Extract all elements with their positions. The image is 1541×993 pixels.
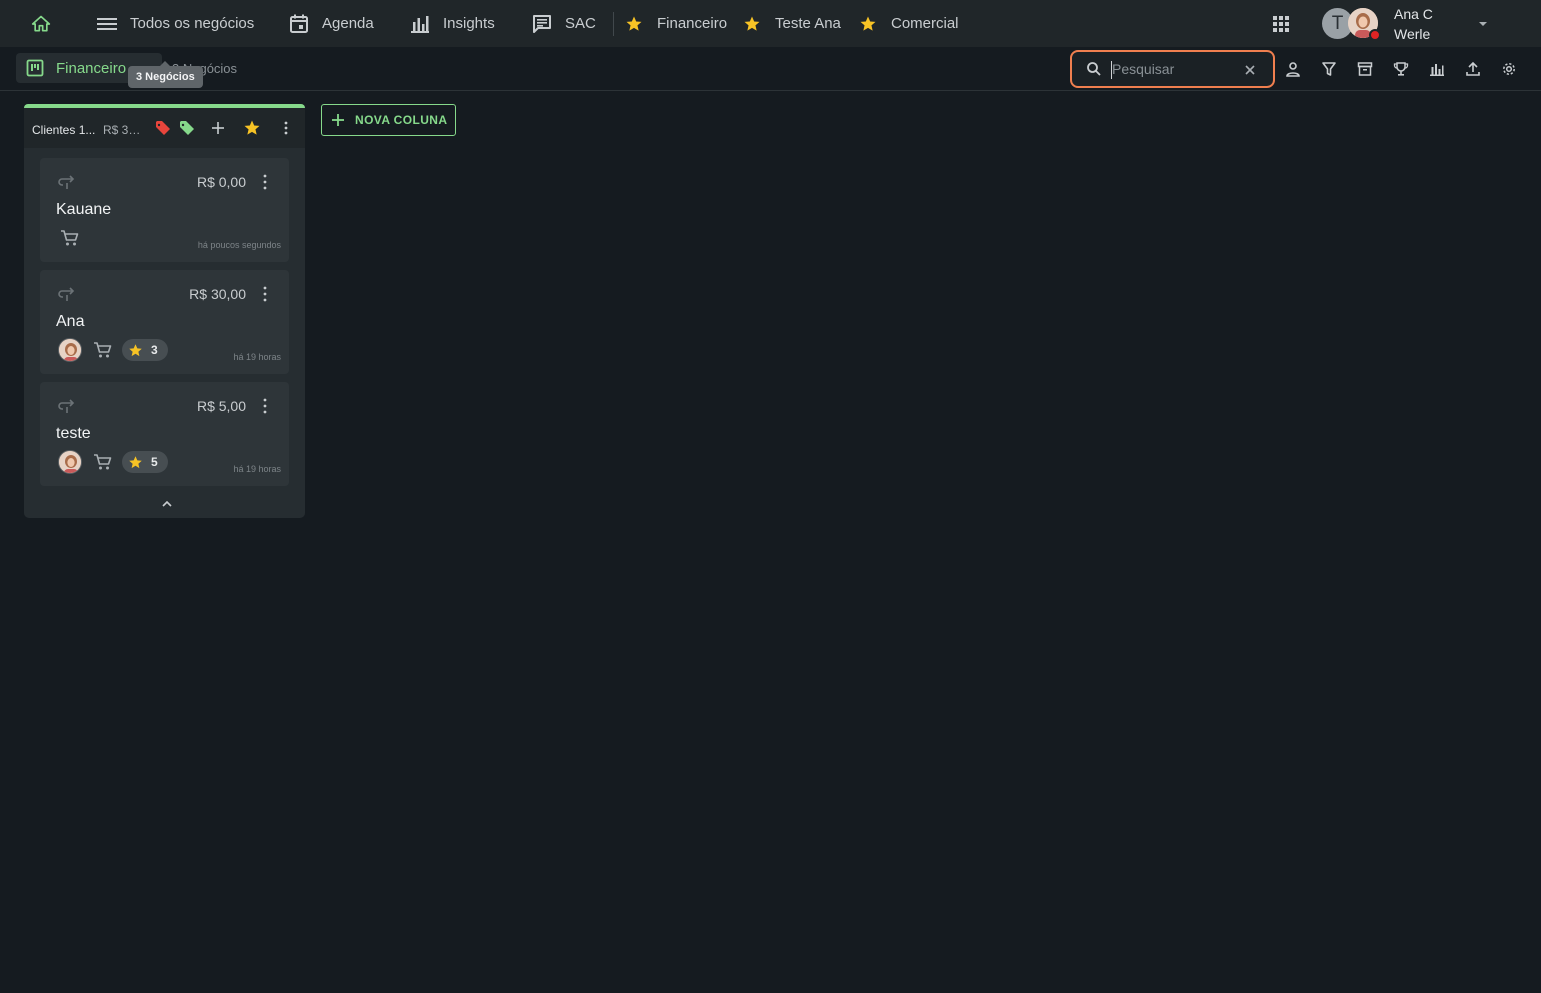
nav-favorite-comercial[interactable]: Comercial (857, 0, 959, 47)
star-icon (857, 13, 879, 35)
transfer-icon (58, 174, 76, 190)
deal-timestamp: há 19 horas (233, 464, 281, 474)
deal-name[interactable]: Ana (56, 313, 84, 331)
star-icon[interactable] (243, 119, 261, 137)
trophy-icon[interactable] (1391, 59, 1411, 79)
new-column-button[interactable]: NOVA COLUNA (321, 104, 456, 136)
column-title[interactable]: Clientes 1... (32, 123, 98, 137)
kanban-column: Clientes 1... R$ 35,... R$ 0,00 Kauane h… (24, 104, 305, 518)
red-tag-icon[interactable] (155, 120, 171, 136)
deal-timestamp: há 19 horas (233, 352, 281, 362)
shopping-cart-icon[interactable] (93, 452, 113, 472)
presence-status-dot (1369, 29, 1381, 41)
nav-label: Teste Ana (775, 15, 841, 32)
text-cursor (1111, 61, 1112, 79)
nav-todos-negocios[interactable]: Todos os negócios (96, 0, 254, 47)
deal-card[interactable]: R$ 30,00 Ana 3 há 19 horas (40, 270, 289, 374)
person-filter-icon[interactable] (1283, 59, 1303, 79)
reports-chart-icon[interactable] (1427, 59, 1447, 79)
nav-label: Comercial (891, 15, 959, 32)
deal-name[interactable]: Kauane (56, 201, 111, 219)
kanban-board-icon (26, 59, 44, 77)
top-navigation-bar: Todos os negócios Agenda Insights SAC Fi… (0, 0, 1541, 47)
deal-amount: R$ 30,00 (189, 286, 246, 302)
nav-label: Todos os negócios (130, 15, 255, 32)
nav-label: Agenda (322, 15, 374, 32)
add-icon (331, 113, 345, 127)
shopping-cart-icon[interactable] (93, 340, 113, 360)
deal-name[interactable]: teste (56, 425, 91, 443)
star-icon (741, 13, 763, 35)
board-toolbar: Financeiro 3 Negócios (0, 47, 1541, 91)
green-tag-icon[interactable] (179, 120, 195, 136)
column-header[interactable]: Clientes 1... R$ 35,... (24, 108, 305, 148)
new-column-label: NOVA COLUNA (355, 113, 448, 127)
bar-chart-icon (409, 13, 431, 35)
gear-icon[interactable] (1499, 59, 1519, 79)
upload-icon[interactable] (1463, 59, 1483, 79)
home-icon[interactable] (29, 12, 53, 36)
nav-favorite-financeiro[interactable]: Financeiro (623, 0, 727, 47)
filter-icon[interactable] (1319, 59, 1339, 79)
rating-badge: 5 (122, 451, 168, 473)
rating-value: 5 (151, 455, 158, 469)
more-vertical-icon[interactable] (278, 120, 294, 136)
more-vertical-icon[interactable] (257, 173, 273, 191)
user-name[interactable]: Ana C Werle (1394, 4, 1464, 44)
chevron-down-icon[interactable] (1476, 18, 1490, 30)
star-icon (128, 343, 143, 358)
archive-icon[interactable] (1355, 59, 1375, 79)
rating-value: 3 (151, 343, 158, 357)
star-icon (623, 13, 645, 35)
owner-avatar[interactable] (58, 338, 82, 362)
search-icon (1086, 61, 1102, 77)
deal-amount: R$ 0,00 (196, 174, 246, 190)
nav-insights[interactable]: Insights (409, 0, 495, 47)
search-input[interactable] (1112, 61, 1232, 77)
shopping-cart-icon[interactable] (60, 228, 80, 248)
nav-label: Insights (443, 15, 495, 32)
rating-badge: 3 (122, 339, 168, 361)
transfer-icon (58, 398, 76, 414)
close-icon[interactable] (1243, 63, 1257, 77)
nav-label: SAC (565, 15, 596, 32)
deal-timestamp: há poucos segundos (197, 240, 281, 250)
star-icon (128, 455, 143, 470)
search-field[interactable] (1070, 50, 1275, 88)
more-vertical-icon[interactable] (257, 285, 273, 303)
column-total: R$ 35,... (103, 123, 147, 137)
nav-divider (613, 12, 614, 36)
apps-grid-icon[interactable] (1269, 12, 1293, 36)
deal-card[interactable]: R$ 5,00 teste 5 há 19 horas (40, 382, 289, 486)
board-tab-label: Financeiro (56, 59, 127, 77)
nav-agenda[interactable]: Agenda (288, 0, 374, 47)
chat-icon (531, 13, 553, 35)
nav-sac[interactable]: SAC (531, 0, 596, 47)
calendar-icon (288, 13, 310, 35)
nav-label: Financeiro (657, 15, 728, 32)
menu-icon (96, 13, 118, 35)
add-icon[interactable] (210, 120, 226, 136)
transfer-icon (58, 286, 76, 302)
deal-card[interactable]: R$ 0,00 Kauane há poucos segundos (40, 158, 289, 262)
nav-favorite-teste-ana[interactable]: Teste Ana (741, 0, 841, 47)
more-vertical-icon[interactable] (257, 397, 273, 415)
owner-avatar[interactable] (58, 450, 82, 474)
chevron-up-icon[interactable] (160, 497, 174, 511)
deals-count-tooltip: 3 Negócios (128, 61, 203, 88)
deal-amount: R$ 5,00 (196, 398, 246, 414)
